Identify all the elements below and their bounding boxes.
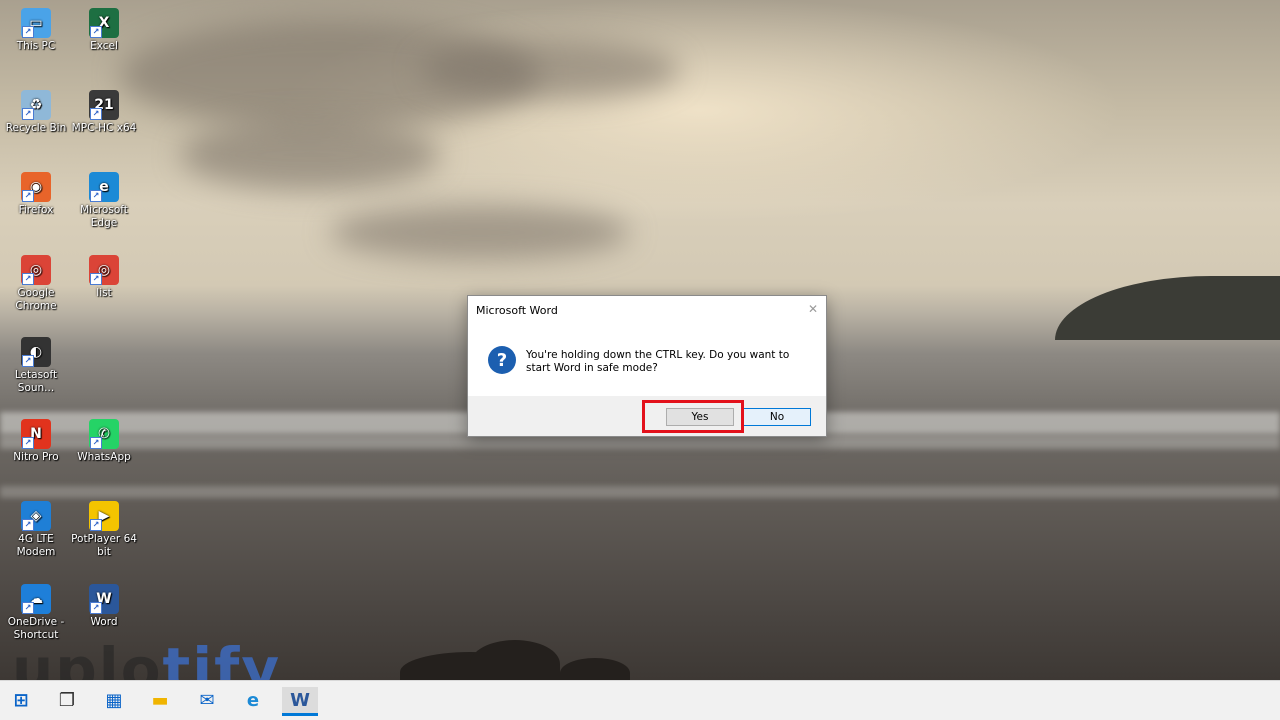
desktop-icon-onedrive[interactable]: ☁ ↗ OneDrive - Shortcut <box>0 584 72 642</box>
speaker-icon: ◐ ↗ <box>21 337 51 367</box>
desktop-icon-label: Microsoft Edge <box>80 204 128 229</box>
mpc-hc-icon: 21 ↗ <box>89 90 119 120</box>
shortcut-arrow-icon: ↗ <box>90 108 102 120</box>
dialog-title: Microsoft Word <box>476 304 558 317</box>
desktop-icon-mpc-hc[interactable]: 21 ↗ MPC-HC x64 <box>68 90 140 135</box>
edge-icon: e ↗ <box>89 172 119 202</box>
onedrive-icon: ☁ ↗ <box>21 584 51 614</box>
recycle-bin-icon: ♻ ↗ <box>21 90 51 120</box>
desktop-icon-nitro-pro[interactable]: N ↗ Nitro Pro <box>0 419 72 464</box>
word-taskbar-button[interactable]: W <box>282 687 318 716</box>
shortcut-arrow-icon: ↗ <box>22 437 34 449</box>
desktop-icon-label: list <box>96 287 112 299</box>
shortcut-arrow-icon: ↗ <box>22 108 34 120</box>
desktop-icon-firefox[interactable]: ◉ ↗ Firefox <box>0 172 72 217</box>
excel-icon: X ↗ <box>89 8 119 38</box>
microsoft-store-button[interactable]: ▦ <box>101 687 127 713</box>
distant-hill <box>1055 276 1280 340</box>
shortcut-arrow-icon: ↗ <box>90 26 102 38</box>
shortcut-arrow-icon: ↗ <box>22 355 34 367</box>
shortcut-arrow-icon: ↗ <box>22 190 34 202</box>
desktop-icon-label: Letasoft Soun... <box>14 369 58 394</box>
shortcut-arrow-icon: ↗ <box>22 602 34 614</box>
dialog-message: You're holding down the CTRL key. Do you… <box>526 349 790 374</box>
task-view-icon: ❐ <box>58 689 76 711</box>
chrome-icon: ◎ ↗ <box>21 255 51 285</box>
desktop-icon-label: MPC-HC x64 <box>71 122 137 134</box>
desktop-icon-letasoft[interactable]: ◐ ↗ Letasoft Soun... <box>0 337 72 395</box>
taskbar: ⊞ ❐ ▦ ▬ ✉ e W <box>0 680 1280 720</box>
whatsapp-icon: ✆ ↗ <box>89 419 119 449</box>
desktop-icon-potplayer[interactable]: ▶ ↗ PotPlayer 64 bit <box>68 501 140 559</box>
desktop-icon-word[interactable]: W ↗ Word <box>68 584 140 629</box>
desktop-icon-chrome[interactable]: ◎ ↗ Google Chrome <box>0 255 72 313</box>
yes-button-highlight <box>642 400 744 433</box>
chrome-shortcut-icon: ◎ ↗ <box>89 255 119 285</box>
desktop-icon-label: Excel <box>90 40 118 52</box>
file-explorer-icon: ▬ <box>151 689 169 711</box>
desktop-icon-edge[interactable]: e ↗ Microsoft Edge <box>68 172 140 230</box>
desktop-icon-this-pc[interactable]: ▭ ↗ This PC <box>0 8 72 53</box>
no-button[interactable]: No <box>743 408 811 426</box>
desktop-icon-label: WhatsApp <box>77 451 131 463</box>
microsoft-store-icon: ▦ <box>105 689 123 711</box>
potplayer-icon: ▶ ↗ <box>89 501 119 531</box>
shortcut-arrow-icon: ↗ <box>90 519 102 531</box>
task-view-button[interactable]: ❐ <box>54 687 80 713</box>
shortcut-arrow-icon: ↗ <box>90 190 102 202</box>
start-button[interactable]: ⊞ <box>8 687 34 713</box>
desktop-icon-whatsapp[interactable]: ✆ ↗ WhatsApp <box>68 419 140 464</box>
desktop-icon-label: 4G LTE Modem <box>16 533 56 558</box>
desktop-icon-list[interactable]: ◎ ↗ list <box>68 255 140 300</box>
mail-button[interactable]: ✉ <box>194 687 220 713</box>
computer-icon: ▭ ↗ <box>21 8 51 38</box>
question-icon: ? <box>488 346 516 374</box>
modem-icon: ◈ ↗ <box>21 501 51 531</box>
shortcut-arrow-icon: ↗ <box>90 273 102 285</box>
edge-taskbar-button[interactable]: e <box>240 687 266 713</box>
shortcut-arrow-icon: ↗ <box>22 273 34 285</box>
word-icon: W ↗ <box>89 584 119 614</box>
desktop-icon-recycle-bin[interactable]: ♻ ↗ Recycle Bin <box>0 90 72 135</box>
shortcut-arrow-icon: ↗ <box>22 26 34 38</box>
close-icon[interactable]: ✕ <box>808 302 818 316</box>
shortcut-arrow-icon: ↗ <box>90 437 102 449</box>
shortcut-arrow-icon: ↗ <box>22 519 34 531</box>
desktop-icon-label: Nitro Pro <box>13 451 59 463</box>
desktop-icon-label: This PC <box>16 40 56 52</box>
file-explorer-button[interactable]: ▬ <box>147 687 173 713</box>
desktop-icon-excel[interactable]: X ↗ Excel <box>68 8 140 53</box>
desktop-icon-label: Google Chrome <box>15 287 57 312</box>
edge-taskbar-icon: e <box>246 689 260 711</box>
desktop-icon-label: Recycle Bin <box>5 122 67 134</box>
desktop-icon-4g-lte-modem[interactable]: ◈ ↗ 4G LTE Modem <box>0 501 72 559</box>
desktop-icon-label: Word <box>90 616 118 628</box>
nitro-pro-icon: N ↗ <box>21 419 51 449</box>
shortcut-arrow-icon: ↗ <box>90 602 102 614</box>
desktop-icon-label: Firefox <box>18 204 54 216</box>
desktop-icon-label: PotPlayer 64 bit <box>71 533 137 558</box>
word-taskbar-icon: W <box>290 689 310 711</box>
mail-icon: ✉ <box>199 689 215 711</box>
firefox-icon: ◉ ↗ <box>21 172 51 202</box>
start-icon: ⊞ <box>13 689 29 711</box>
